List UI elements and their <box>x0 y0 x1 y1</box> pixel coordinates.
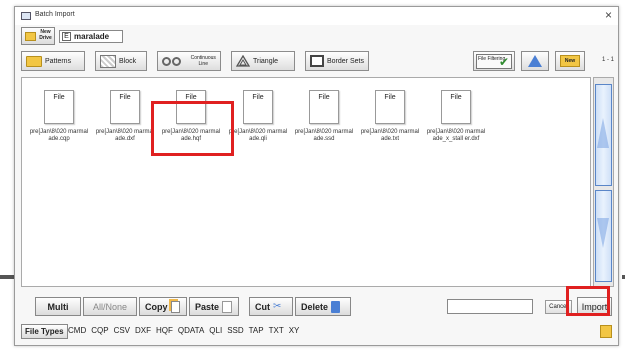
file-icon: File <box>110 90 140 124</box>
file-item[interactable]: File pre[Jan\8\020 marmalade.cqp <box>29 90 89 143</box>
triangle-button[interactable]: Triangle <box>231 51 295 71</box>
file-type[interactable]: QLI <box>209 326 222 335</box>
file-types-list: CMD CQP CSV DXF HQF QDATA QLI SSD TAP TX… <box>68 326 299 335</box>
block-button[interactable]: Block <box>95 51 147 71</box>
page-indicator: 1 - 1 <box>601 57 614 63</box>
file-icon: File <box>309 90 339 124</box>
file-name: pre[Jan\8\020 marmalade.qli <box>228 129 288 142</box>
highlight-box-selected-file <box>151 101 234 156</box>
file-list-pane: File pre[Jan\8\020 marmalade.cqp File pr… <box>21 77 591 287</box>
file-type[interactable]: XY <box>289 326 300 335</box>
scroll-up-arrow-icon <box>597 118 609 148</box>
file-type[interactable]: TAP <box>249 326 264 335</box>
file-icon: File <box>441 90 471 124</box>
scroll-down-arrow-icon <box>597 218 609 248</box>
file-type[interactable]: DXF <box>135 326 151 335</box>
app-icon <box>21 12 31 20</box>
paste-button[interactable]: Paste <box>189 297 239 316</box>
file-name: pre[Jan\8\020 marmalade.txt <box>360 129 420 142</box>
continuous-line-button[interactable]: Continuous Line <box>157 51 221 71</box>
file-name: pre[Jan\8\020 marmalade.dxf <box>95 129 155 142</box>
file-icon: File <box>375 90 405 124</box>
background-strip <box>0 275 14 279</box>
file-type[interactable]: QDATA <box>178 326 204 335</box>
triangle-icon <box>236 55 250 67</box>
patterns-label: Patterns <box>45 57 72 65</box>
cut-label: Cut <box>255 301 270 312</box>
file-filtering-button[interactable]: File Filtering ✔ <box>473 51 515 71</box>
file-item[interactable]: File pre[Jan\8\020 marmalade.qli <box>228 90 288 143</box>
file-item[interactable]: File pre[Jan\8\020 marmalade.txt <box>360 90 420 143</box>
file-icon: File <box>44 90 74 124</box>
file-filtering-icon: File Filtering ✔ <box>476 53 512 69</box>
file-name: pre[Jan\8\020 marmalade.cqp <box>29 129 89 142</box>
close-icon[interactable]: × <box>605 9 612 21</box>
new-drive-label: New Drive <box>39 29 52 41</box>
folder-icon <box>25 32 36 41</box>
continuous-line-icon <box>162 56 188 67</box>
file-name: pre[Jan\8\020 marmalade_x_stall er.dxf <box>426 129 486 142</box>
border-sets-icon <box>310 55 324 67</box>
file-item[interactable]: File pre[Jan\8\020 marmalade.ssd <box>294 90 354 143</box>
file-types-button[interactable]: File Types <box>21 324 68 339</box>
highlight-box-import <box>566 286 610 316</box>
block-icon <box>100 54 116 68</box>
folder-icon[interactable] <box>600 325 612 338</box>
all-none-button[interactable]: All/None <box>83 297 137 316</box>
new-folder-icon: New <box>560 55 580 67</box>
copy-label: Copy <box>145 301 168 312</box>
file-type[interactable]: CQP <box>91 326 108 335</box>
patterns-button[interactable]: Patterns <box>21 51 85 71</box>
folder-icon <box>26 55 42 67</box>
file-type[interactable]: HQF <box>156 326 173 335</box>
trash-icon <box>331 300 341 313</box>
drive-selector[interactable]: E maralade <box>59 30 123 43</box>
continuous-line-label: Continuous Line <box>190 55 216 67</box>
action-bar: Multi All/None Copy Paste Cut ✂ Delete C… <box>21 297 614 319</box>
multi-button[interactable]: Multi <box>35 297 81 316</box>
scissors-icon: ✂ <box>273 300 282 312</box>
file-item[interactable]: File pre[Jan\8\020 marmalade.dxf <box>95 90 155 143</box>
new-drive-button[interactable]: New Drive <box>21 27 55 45</box>
drive-letter: E <box>62 32 71 41</box>
delete-label: Delete <box>301 301 329 312</box>
checkmark-icon: ✔ <box>498 54 509 69</box>
file-icon: File <box>243 90 273 124</box>
drive-name: maralade <box>74 32 110 41</box>
up-folder-button[interactable] <box>521 51 549 71</box>
file-type[interactable]: TXT <box>269 326 284 335</box>
title-bar: Batch Import × <box>15 7 618 25</box>
up-arrow-icon <box>528 55 542 67</box>
filename-input[interactable] <box>447 299 533 314</box>
vertical-scrollbar[interactable] <box>593 77 614 287</box>
file-types-bar: File Types CMD CQP CSV DXF HQF QDATA QLI… <box>21 323 614 341</box>
paste-label: Paste <box>195 301 220 312</box>
file-type[interactable]: SSD <box>227 326 243 335</box>
delete-button[interactable]: Delete <box>295 297 351 316</box>
file-item[interactable]: File pre[Jan\8\020 marmalade_x_stall er.… <box>426 90 486 143</box>
file-name: pre[Jan\8\020 marmalade.ssd <box>294 129 354 142</box>
category-toolbar: Patterns Block Continuous Line Triangle … <box>21 51 614 73</box>
paste-icon <box>222 300 233 313</box>
block-label: Block <box>119 57 137 65</box>
cut-button[interactable]: Cut ✂ <box>249 297 293 316</box>
copy-icon <box>170 300 180 313</box>
window-title: Batch Import <box>35 11 75 18</box>
border-sets-button[interactable]: Border Sets <box>305 51 369 71</box>
new-folder-button[interactable]: New <box>555 51 585 71</box>
triangle-label: Triangle <box>253 57 279 65</box>
file-type[interactable]: CSV <box>114 326 130 335</box>
file-type[interactable]: CMD <box>68 326 86 335</box>
batch-import-dialog: Batch Import × New Drive E maralade Patt… <box>14 6 619 346</box>
copy-button[interactable]: Copy <box>139 297 187 316</box>
border-sets-label: Border Sets <box>327 57 364 65</box>
